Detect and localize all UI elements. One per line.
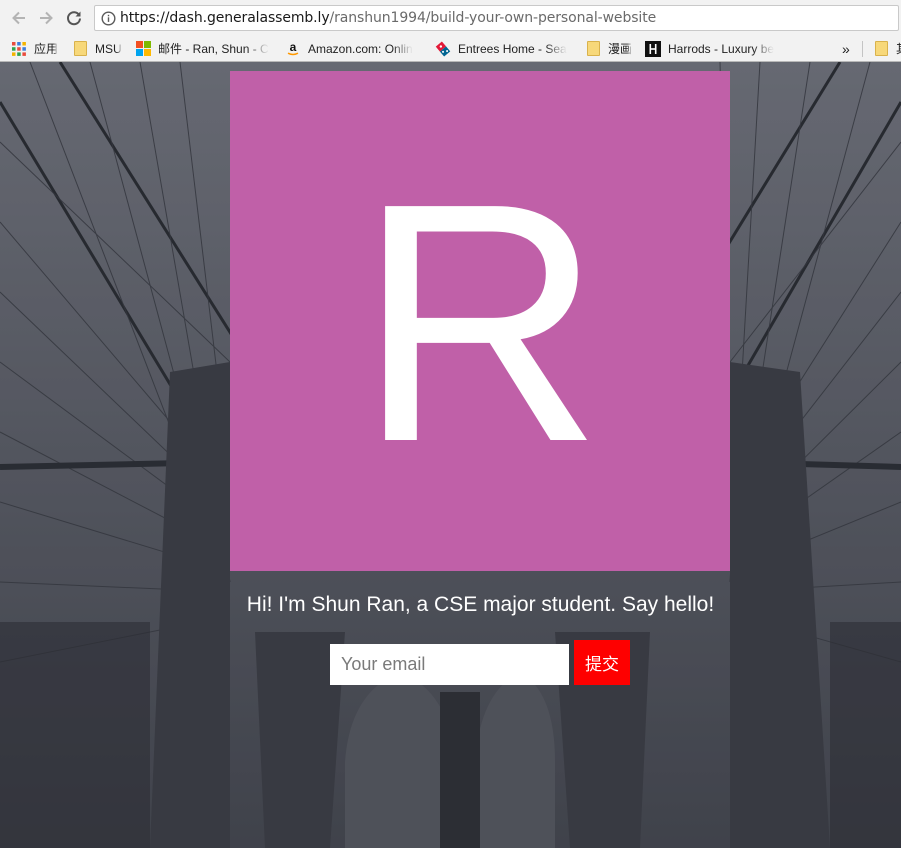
bookmark-label: 应用 — [34, 42, 59, 56]
bookmark-msu[interactable]: MSU — [72, 36, 128, 61]
bookmark-label: Amazon.com: Onlin — [308, 41, 413, 56]
folder-icon — [585, 41, 601, 57]
double-chevron-icon: » — [842, 40, 850, 57]
bookmark-label: Entrees Home - Sea — [458, 41, 567, 56]
email-field[interactable] — [330, 644, 569, 685]
bookmark-outlook-mail[interactable]: 邮件 - Ran, Shun - C — [135, 36, 273, 61]
page-viewport: R Hi! I'm Shun Ran, a CSE major student.… — [0, 62, 901, 848]
bookmark-label: 邮件 - Ran, Shun - C — [158, 42, 269, 56]
amazon-logo-icon: a — [285, 41, 301, 57]
submit-button[interactable]: 提交 — [574, 640, 630, 685]
browser-toolbar: https://dash.generalassemb.ly/ranshun199… — [0, 0, 901, 36]
bookmark-label: 漫画 — [608, 42, 633, 56]
bookmark-manga[interactable]: 漫画 — [585, 36, 637, 61]
bookmark-other-folder[interactable]: 其 — [873, 36, 901, 61]
harrods-logo-icon — [645, 40, 661, 57]
intro-tagline: Hi! I'm Shun Ran, a CSE major student. S… — [246, 593, 715, 616]
dominos-logo-icon — [435, 40, 451, 57]
bookmarks-divider — [862, 41, 863, 57]
url-host: https://dash.generalassemb.ly — [120, 10, 330, 26]
microsoft-logo-icon — [135, 41, 151, 57]
bookmark-label: Harrods - Luxury be — [668, 41, 775, 56]
bookmark-apps[interactable]: 应用 — [11, 36, 63, 61]
arrow-right-icon — [40, 11, 53, 25]
folder-icon — [72, 41, 88, 57]
info-icon[interactable] — [97, 6, 119, 30]
bookmark-harrods[interactable]: Harrods - Luxury be — [645, 36, 783, 61]
browser-window: https://dash.generalassemb.ly/ranshun199… — [0, 0, 901, 848]
apps-grid-icon — [11, 41, 27, 57]
bookmark-label: MSU — [95, 41, 122, 56]
reload-icon — [67, 11, 81, 26]
folder-icon — [873, 41, 889, 57]
bookmarks-overflow-button[interactable]: » — [842, 36, 856, 61]
bookmarks-bar: 应用 MSU 邮件 - Ran, Shun - C a Amazon.com: … — [0, 36, 901, 62]
bookmark-label: 其 — [896, 40, 901, 57]
back-button[interactable] — [7, 6, 31, 30]
bookmark-dominos[interactable]: Entrees Home - Sea — [435, 36, 573, 61]
bookmark-amazon[interactable]: a Amazon.com: Onlin — [285, 36, 423, 61]
reload-button[interactable] — [62, 6, 86, 30]
forward-button[interactable] — [34, 6, 58, 30]
url-text: https://dash.generalassemb.ly/ranshun199… — [120, 10, 656, 26]
svg-text:a: a — [290, 41, 297, 54]
logo-tile: R — [230, 71, 730, 571]
logo-letter: R — [357, 133, 603, 513]
arrow-left-icon — [12, 11, 25, 25]
address-bar[interactable]: https://dash.generalassemb.ly/ranshun199… — [94, 5, 899, 31]
url-path: /ranshun1994/build-your-own-personal-web… — [329, 10, 657, 26]
